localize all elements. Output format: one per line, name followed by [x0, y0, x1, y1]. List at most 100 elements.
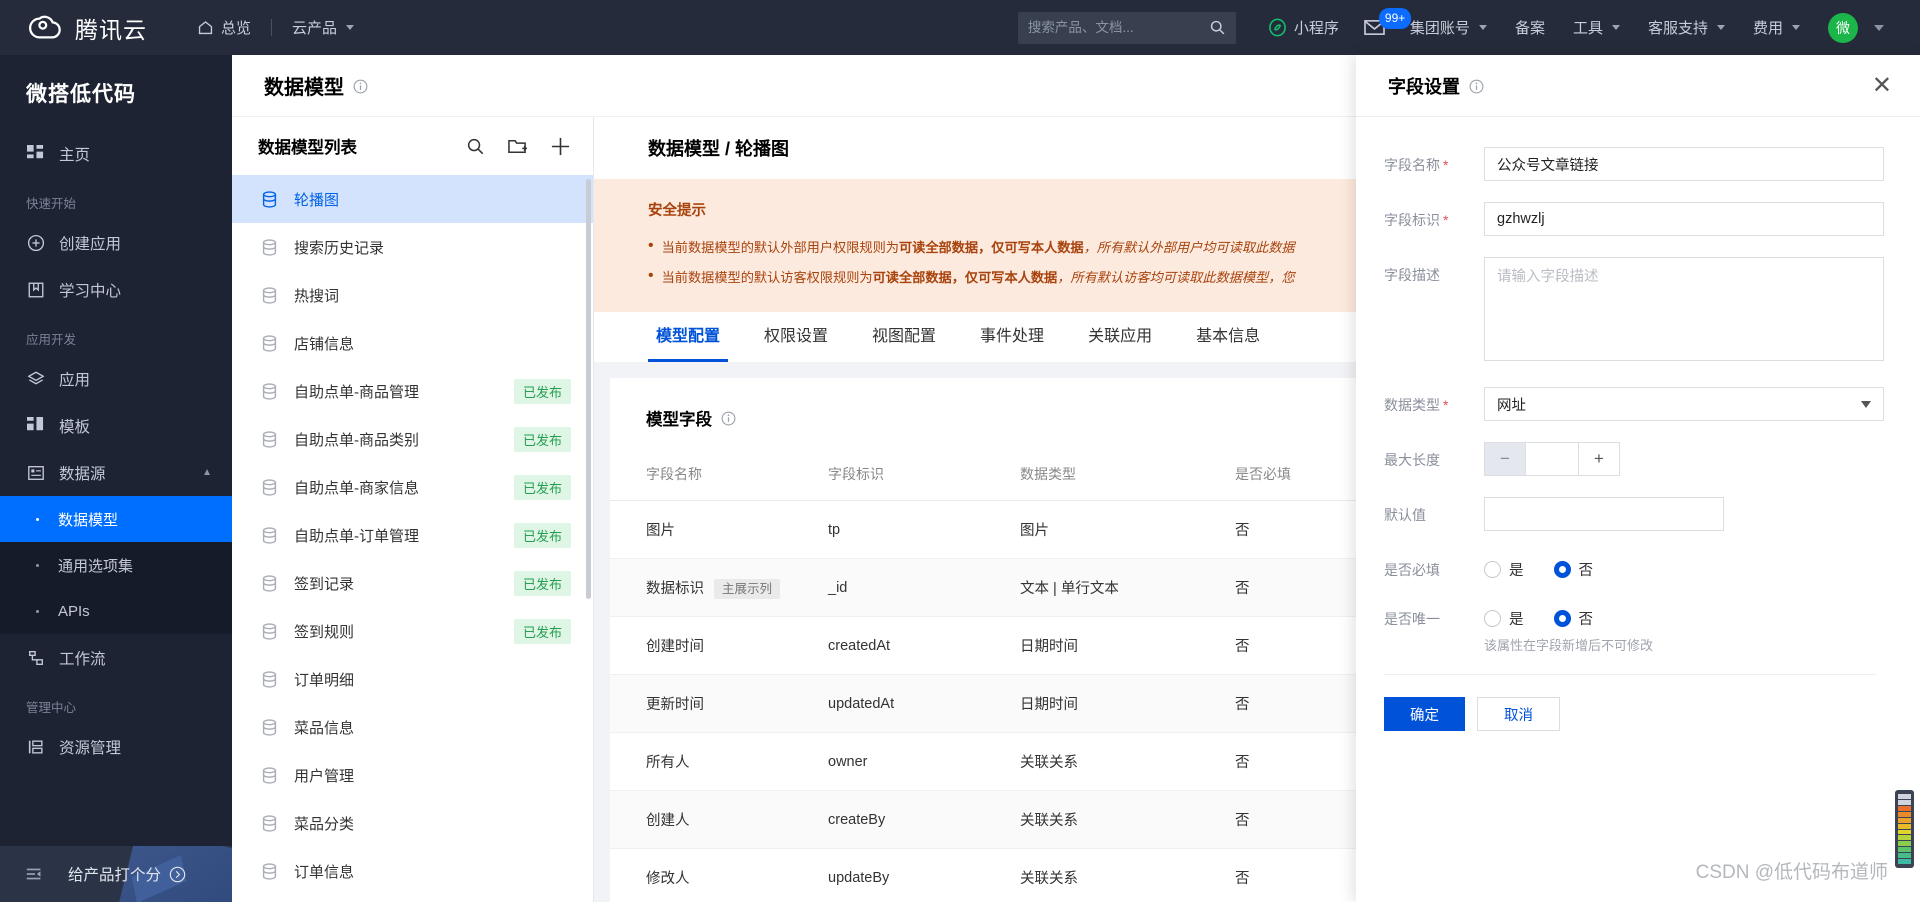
drawer-footer: 确定 取消: [1384, 675, 1884, 731]
tab-3[interactable]: 事件处理: [958, 312, 1066, 362]
search-icon[interactable]: [1209, 19, 1226, 36]
cancel-button[interactable]: 取消: [1477, 697, 1560, 731]
confirm-button[interactable]: 确定: [1384, 697, 1465, 731]
list-item[interactable]: 自助点单-商品类别 已发布: [232, 415, 593, 463]
required-radio-yes[interactable]: 是: [1484, 559, 1524, 580]
alert1-part-b: 可读全部数据，仅可写本人数据: [898, 240, 1084, 255]
sidebar-item-home[interactable]: 主页: [0, 130, 232, 177]
stepper-value[interactable]: [1525, 443, 1579, 475]
field-desc-textarea[interactable]: [1484, 257, 1884, 361]
nav-record[interactable]: 备案: [1501, 0, 1559, 55]
nav-billing[interactable]: 费用: [1739, 0, 1814, 55]
sidebar-item-apis[interactable]: APIs: [0, 588, 232, 634]
sidebar-item-datasource[interactable]: 数据源 ▲: [0, 449, 232, 496]
nav-overview[interactable]: 总览: [183, 0, 265, 55]
sidebar-item-option-set[interactable]: 通用选项集: [0, 542, 232, 588]
sidebar-item-data-model-label: 数据模型: [58, 511, 119, 529]
rate-product-button[interactable]: 给产品打个分: [68, 863, 186, 885]
list-item[interactable]: 用户信息已发布: [232, 895, 593, 902]
list-item[interactable]: 热搜词: [232, 271, 593, 319]
data-model-list[interactable]: 轮播图 搜索历史记录 热搜词 店铺信息 自助点单-商品管理 已发布 自助点单-商品…: [232, 175, 593, 902]
max-length-row: 最大长度 − +: [1384, 442, 1884, 476]
nav-group-account[interactable]: 集团账号: [1396, 0, 1501, 55]
list-item[interactable]: 店铺信息: [232, 319, 593, 367]
collapse-sidebar-icon[interactable]: [24, 863, 46, 885]
sidebar-item-data-model[interactable]: 数据模型: [0, 496, 232, 542]
nav-tools[interactable]: 工具: [1559, 0, 1634, 55]
data-type-select[interactable]: 网址: [1484, 387, 1884, 421]
list-item[interactable]: 签到规则 已发布: [232, 607, 593, 655]
list-scrollbar[interactable]: [586, 179, 591, 599]
tab-1[interactable]: 权限设置: [742, 312, 850, 362]
list-item[interactable]: 自助点单-订单管理 已发布: [232, 511, 593, 559]
global-search[interactable]: [1017, 11, 1236, 44]
list-item[interactable]: 轮播图: [232, 175, 593, 223]
list-item[interactable]: 搜索历史记录: [232, 223, 593, 271]
database-icon: [260, 670, 279, 689]
unique-row: 是否唯一 是 否: [1384, 601, 1884, 629]
nav-products[interactable]: 云产品: [278, 0, 368, 55]
sidebar-item-workflow[interactable]: 工作流: [0, 634, 232, 681]
field-key-row: 字段标识 *: [1384, 202, 1884, 236]
color-scrollbar-decoration[interactable]: [1895, 790, 1914, 868]
unique-radio-yes[interactable]: 是: [1484, 608, 1524, 629]
sidebar-item-template[interactable]: 模板: [0, 402, 232, 449]
bullet-icon: [36, 563, 39, 567]
stepper-increment-button[interactable]: +: [1579, 443, 1619, 475]
stepper-decrement-button[interactable]: −: [1485, 443, 1525, 475]
list-item[interactable]: 签到记录 已发布: [232, 559, 593, 607]
nav-support[interactable]: 客服支持: [1634, 0, 1739, 55]
nav-miniprogram[interactable]: 小程序: [1254, 0, 1353, 55]
tab-2[interactable]: 视图配置: [850, 312, 958, 362]
required-radio-no[interactable]: 否: [1553, 559, 1593, 580]
unique-radio-no[interactable]: 否: [1553, 608, 1594, 629]
field-key-input[interactable]: [1484, 202, 1884, 236]
list-item[interactable]: 自助点单-商品管理 已发布: [232, 367, 593, 415]
sidebar-item-create-app-label: 创建应用: [59, 235, 122, 253]
list-item[interactable]: 用户管理: [232, 751, 593, 799]
search-input[interactable]: [1027, 20, 1209, 35]
sidebar-item-app[interactable]: 应用: [0, 355, 232, 402]
tab-5[interactable]: 基本信息: [1174, 312, 1282, 362]
tab-0[interactable]: 模型配置: [634, 312, 742, 362]
required-radio-yes-label: 是: [1509, 563, 1524, 579]
new-folder-icon[interactable]: [507, 137, 528, 156]
list-item[interactable]: 菜品信息: [232, 703, 593, 751]
info-icon[interactable]: [721, 411, 736, 426]
close-icon[interactable]: ✕: [1872, 73, 1892, 98]
unique-radio-no-label: 否: [1578, 612, 1594, 628]
sidebar-item-resource-manage[interactable]: 资源管理: [0, 723, 232, 770]
list-item[interactable]: 自助点单-商家信息 已发布: [232, 463, 593, 511]
bullet-icon: •: [648, 237, 654, 254]
arrow-right-circle-icon: [169, 866, 186, 883]
add-model-icon[interactable]: [550, 136, 571, 157]
database-icon: [260, 862, 279, 881]
list-item[interactable]: 订单明细: [232, 655, 593, 703]
max-length-stepper[interactable]: − +: [1484, 442, 1620, 476]
tab-4[interactable]: 关联应用: [1066, 312, 1174, 362]
database-list-icon: [26, 463, 45, 482]
sidebar-item-create-app[interactable]: 创建应用: [0, 219, 232, 266]
chevron-down-icon: [1792, 25, 1800, 30]
required-radio-group: 是 否: [1484, 552, 1593, 580]
sidebar-group-appdev: 应用开发: [26, 333, 77, 347]
radio-circle-selected-icon: [1553, 610, 1571, 627]
chevron-down-icon: [1874, 24, 1884, 31]
nav-messages[interactable]: 99+: [1353, 8, 1412, 37]
list-item[interactable]: 订单信息: [232, 847, 593, 895]
bullet-icon: [36, 517, 39, 521]
workflow-icon: [26, 648, 45, 667]
field-key-label-text: 字段标识: [1384, 212, 1440, 228]
radio-circle-icon: [1484, 561, 1501, 578]
info-icon[interactable]: [1469, 79, 1484, 94]
tencent-cloud-logo[interactable]: 腾讯云: [28, 11, 147, 45]
field-name-input[interactable]: [1484, 147, 1884, 181]
list-item[interactable]: 菜品分类: [232, 799, 593, 847]
user-menu[interactable]: 微: [1814, 0, 1898, 55]
default-value-input[interactable]: [1484, 497, 1724, 531]
sidebar-item-learning-center[interactable]: 学习中心: [0, 266, 232, 313]
search-icon[interactable]: [466, 137, 485, 156]
info-icon[interactable]: [353, 79, 368, 94]
miniprogram-icon: [1268, 18, 1287, 37]
model-fields-title-label: 模型字段: [646, 411, 712, 429]
